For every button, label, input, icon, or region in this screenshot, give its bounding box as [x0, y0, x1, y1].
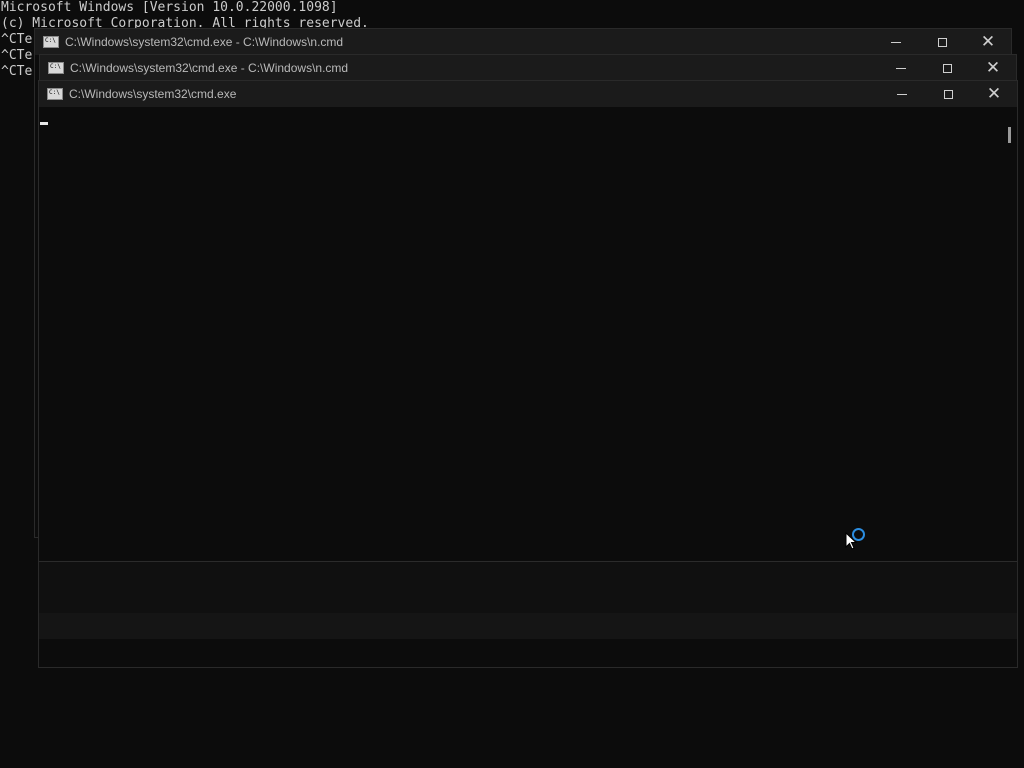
- maximize-button[interactable]: [919, 29, 965, 55]
- console-line: Microsoft Windows [Version 10.0.22000.10…: [1, 0, 338, 15]
- window-titlebar[interactable]: C:\Windows\system32\cmd.exe ✕: [39, 81, 1017, 107]
- cmd-icon: [48, 62, 64, 74]
- scrollbar-thumb[interactable]: [1008, 127, 1011, 143]
- text-cursor: [40, 122, 48, 125]
- close-icon: ✕: [980, 31, 996, 52]
- minimize-icon: [897, 93, 907, 95]
- minimize-button[interactable]: [878, 55, 924, 81]
- close-button[interactable]: ✕: [971, 81, 1017, 107]
- maximize-icon: [942, 63, 952, 73]
- close-icon: ✕: [986, 83, 1002, 104]
- close-button[interactable]: ✕: [965, 29, 1011, 55]
- minimize-icon: [891, 41, 901, 43]
- console-line: ^CTe: [1, 64, 33, 79]
- busy-spinner-icon: [852, 528, 865, 541]
- maximize-icon: [937, 37, 947, 47]
- window-titlebar[interactable]: C:\Windows\system32\cmd.exe - C:\Windows…: [35, 29, 1011, 55]
- window-titlebar[interactable]: C:\Windows\system32\cmd.exe - C:\Windows…: [40, 55, 1016, 81]
- console-output-area[interactable]: [39, 109, 1017, 561]
- close-button[interactable]: ✕: [970, 55, 1016, 81]
- window-title: C:\Windows\system32\cmd.exe - C:\Windows…: [70, 61, 349, 75]
- console-line: ^CTe: [1, 48, 33, 63]
- minimize-button[interactable]: [873, 29, 919, 55]
- window-bottom-edge: [39, 613, 1017, 639]
- cmd-icon: [43, 36, 59, 48]
- minimize-button[interactable]: [879, 81, 925, 107]
- maximize-button[interactable]: [925, 81, 971, 107]
- maximize-icon: [943, 89, 953, 99]
- window-title: C:\Windows\system32\cmd.exe: [69, 87, 237, 101]
- window-title: C:\Windows\system32\cmd.exe - C:\Windows…: [65, 35, 344, 49]
- console-lower-area: [39, 561, 1017, 615]
- cmd-window-front[interactable]: C:\Windows\system32\cmd.exe ✕: [38, 80, 1018, 668]
- close-icon: ✕: [985, 57, 1001, 78]
- console-line: ^CTe: [1, 32, 33, 47]
- minimize-icon: [896, 67, 906, 69]
- maximize-button[interactable]: [924, 55, 970, 81]
- cmd-icon: [47, 88, 63, 100]
